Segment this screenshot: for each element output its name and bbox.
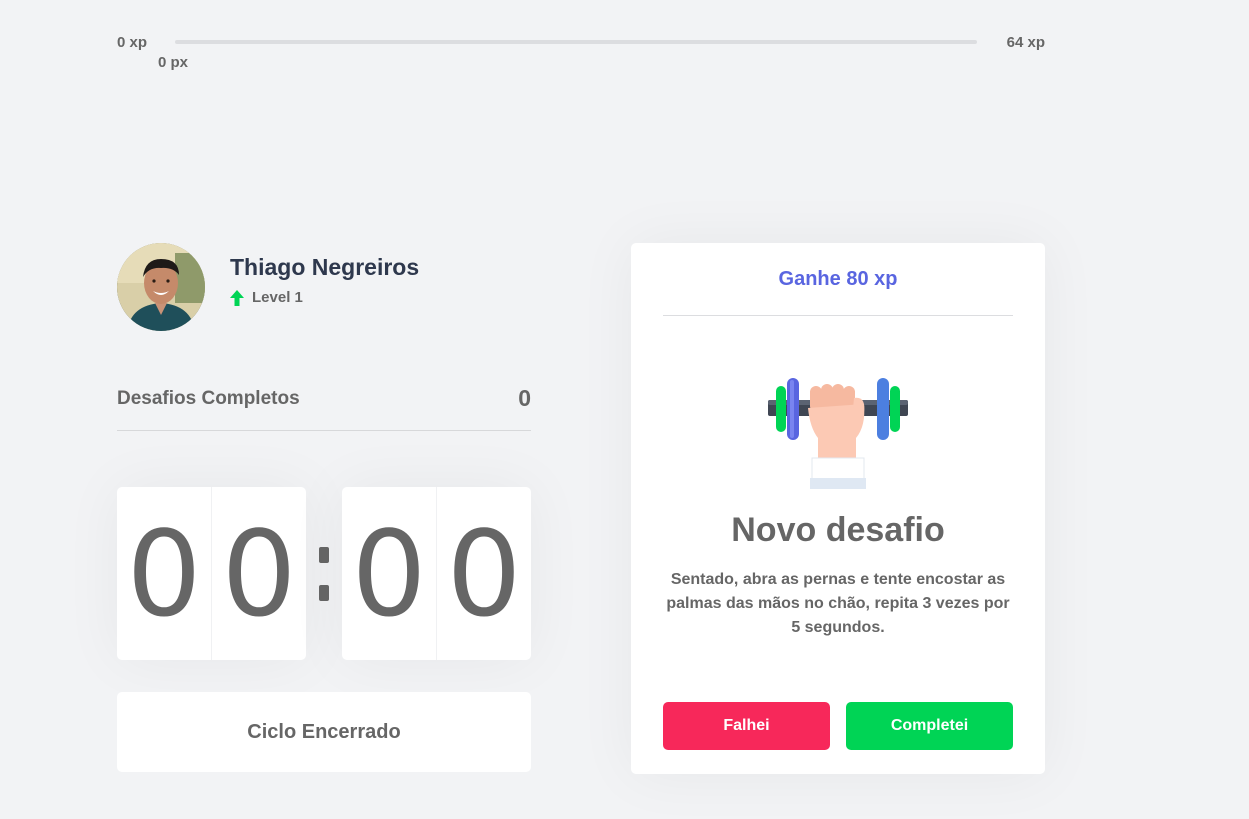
countdown-digit: 0: [342, 487, 437, 660]
xp-min-label: 0 xp: [117, 34, 148, 51]
level-label: Level 1: [252, 289, 303, 306]
dumbbell-icon: [768, 376, 908, 496]
completed-challenges: Desafios Completos 0: [117, 385, 531, 431]
countdown-digit: 0: [117, 487, 212, 660]
challenge-reward: Ganhe 80 xp: [663, 243, 1013, 316]
xp-max-label: 64 xp: [1006, 34, 1045, 51]
countdown: 0 0 0 0: [117, 487, 531, 660]
challenge-description: Sentado, abra as pernas e tente encostar…: [666, 571, 1010, 636]
challenge-actions: Falhei Completei: [663, 702, 1013, 750]
countdown-digit: 0: [221, 504, 297, 643]
complete-button[interactable]: Completei: [846, 702, 1013, 750]
xp-current-label: 0 px: [158, 54, 189, 71]
challenge-title: Novo desafio: [731, 511, 945, 549]
separator-dot: [319, 584, 329, 601]
separator-dot: [319, 546, 329, 563]
avatar: [117, 243, 205, 331]
xp-progress-track: [175, 40, 977, 44]
profile-info: Thiago Negreiros Level 1: [230, 254, 419, 306]
profile-name: Thiago Negreiros: [230, 254, 420, 280]
countdown-seconds: 0 0: [342, 487, 531, 660]
countdown-digit: 0: [446, 504, 522, 643]
profile-level: Level 1: [230, 289, 419, 306]
completed-challenges-count: 0: [518, 385, 531, 411]
fail-button[interactable]: Falhei: [663, 702, 830, 750]
experience-bar: 0 xp 0 px 64 xp: [117, 32, 1045, 72]
countdown-separator: [306, 546, 342, 601]
completed-challenges-label: Desafios Completos: [117, 387, 300, 409]
cycle-ended-button[interactable]: Ciclo Encerrado: [117, 692, 531, 772]
challenge-card: Ganhe 80 xp Novo desafio Sentado, abra a…: [631, 243, 1045, 774]
countdown-minutes: 0 0: [117, 487, 306, 660]
profile: Thiago Negreiros Level 1: [117, 243, 531, 331]
arrow-up-icon: [230, 289, 244, 306]
left-column: Thiago Negreiros Level 1 Desafios Comple…: [117, 243, 531, 772]
